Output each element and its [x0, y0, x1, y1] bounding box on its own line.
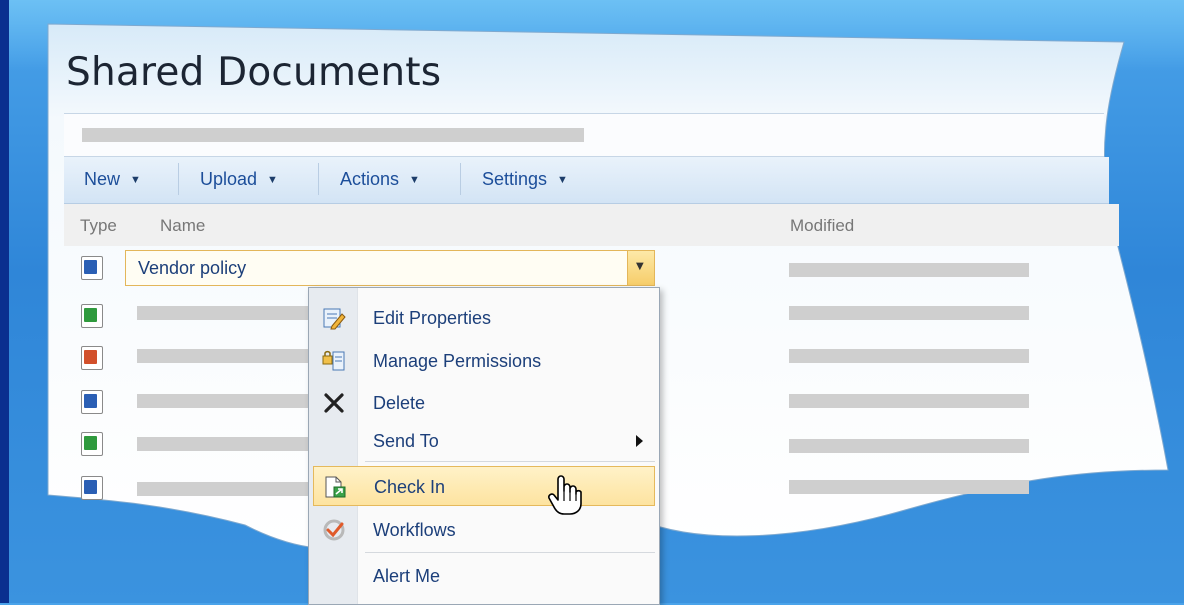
menu-separator [365, 552, 655, 553]
word-doc-icon[interactable] [81, 476, 103, 500]
name-placeholder [137, 482, 309, 496]
hand-cursor-icon [548, 475, 582, 515]
upload-menu-button[interactable]: Upload ▼ [200, 169, 278, 190]
settings-label: Settings [482, 169, 548, 189]
item-name-label: Vendor policy [138, 258, 247, 278]
divider [318, 163, 319, 195]
chevron-down-icon: ▼ [636, 261, 644, 272]
modified-placeholder [789, 349, 1029, 363]
list-toolbar: New ▼ Upload ▼ Actions ▼ Settings ▼ [64, 157, 1109, 204]
menu-item-check-in[interactable]: Check In [313, 466, 655, 506]
chevron-down-icon: ▼ [267, 174, 278, 186]
settings-menu-button[interactable]: Settings ▼ [482, 169, 568, 190]
menu-item-label: Send To [373, 431, 439, 451]
menu-item-workflows[interactable]: Workflows [309, 510, 659, 550]
new-menu-button[interactable]: New ▼ [84, 169, 141, 190]
menu-item-alert-me[interactable]: Alert Me [309, 556, 659, 596]
modified-placeholder [789, 263, 1029, 277]
menu-separator [365, 461, 655, 462]
divider [460, 163, 461, 195]
menu-item-delete[interactable]: Delete [309, 383, 659, 423]
menu-item-label: Alert Me [373, 566, 441, 586]
item-context-menu: Edit Properties Manage Permissions Delet… [308, 287, 660, 605]
excel-doc-icon[interactable] [81, 432, 103, 456]
item-dropdown-button[interactable]: ▼ [627, 251, 654, 285]
modified-placeholder [789, 480, 1029, 494]
excel-doc-icon[interactable] [81, 304, 103, 328]
menu-item-label: Check In [374, 477, 446, 497]
breadcrumb-placeholder [82, 128, 584, 142]
menu-item-label: Manage Permissions [373, 351, 542, 371]
chevron-down-icon: ▼ [130, 174, 141, 186]
word-doc-icon[interactable] [81, 390, 103, 414]
divider [178, 163, 179, 195]
submenu-arrow-icon [636, 435, 643, 447]
actions-menu-button[interactable]: Actions ▼ [340, 169, 420, 190]
name-placeholder [137, 349, 309, 363]
menu-item-manage-permissions[interactable]: Manage Permissions [309, 341, 659, 381]
modified-column-header[interactable]: Modified [790, 216, 854, 236]
page-title: Shared Documents [66, 50, 442, 95]
breadcrumb-bar [64, 113, 1104, 157]
check-in-icon [325, 476, 346, 498]
chevron-down-icon: ▼ [409, 174, 420, 186]
chevron-down-icon: ▼ [557, 174, 568, 186]
menu-item-label: Delete [373, 393, 426, 413]
name-column-header[interactable]: Name [160, 216, 205, 236]
name-placeholder [137, 306, 309, 320]
name-placeholder [137, 437, 309, 451]
type-column-header[interactable]: Type [80, 216, 117, 236]
upload-label: Upload [200, 169, 258, 189]
modified-placeholder [789, 394, 1029, 408]
menu-item-label: Edit Properties [373, 308, 492, 328]
permissions-icon [322, 350, 345, 371]
column-header-row: Type Name Modified [64, 204, 1119, 246]
menu-item-send-to[interactable]: Send To [309, 421, 659, 461]
modified-placeholder [789, 306, 1029, 320]
menu-item-edit-properties[interactable]: Edit Properties [309, 298, 659, 338]
powerpoint-doc-icon[interactable] [81, 346, 103, 370]
modified-placeholder [789, 439, 1029, 453]
name-placeholder [137, 394, 309, 408]
new-label: New [84, 169, 121, 189]
delete-x-icon [324, 393, 344, 413]
word-doc-icon [81, 256, 103, 280]
workflows-icon [323, 519, 345, 541]
actions-label: Actions [340, 169, 400, 189]
menu-item-label: Workflows [373, 520, 456, 540]
edit-properties-icon [323, 308, 346, 330]
selected-item-name[interactable]: Vendor policy ▼ [125, 250, 655, 286]
